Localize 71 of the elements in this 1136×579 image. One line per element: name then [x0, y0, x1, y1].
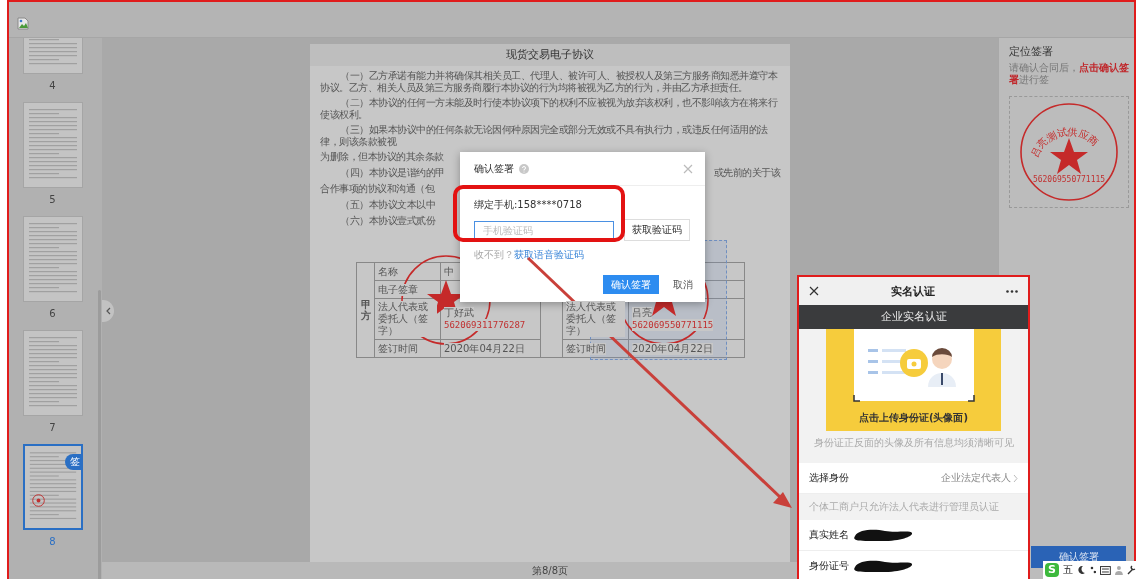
signature-badge: 签 [64, 454, 83, 470]
text-line: （四）本协议是谐约的甲 [340, 167, 445, 179]
seal-number: 562069550771115 [1032, 175, 1106, 184]
keyboard-icon[interactable] [1100, 565, 1112, 575]
seal-name: 吕亮测试供应商 [1028, 126, 1101, 159]
paragraph: （一）乙方承诺有能力并将确保其相关员工、代理人、被许可人、被授权人及第三方服务商知悉并遵守本协议。乙方、相关人员及第三方服务商履行本协议的行为均将被视为乙方的行为，并由乙方承担责任。 [320, 70, 779, 94]
more-button[interactable] [1006, 289, 1018, 293]
document-title: 现货交易电子协议 [310, 44, 790, 66]
panel-title: 定位签署 [1009, 44, 1054, 60]
upload-card[interactable]: 点击上传身份证(头像面) [826, 329, 1001, 431]
paragraph: （二）本协议的任何一方未能及时行使本协议项下的权利不应被视为放弃该权利，也不影响该方在将来行使该权利。 [320, 97, 779, 121]
fallback-text: 收不到？ [474, 249, 514, 260]
cell-text: 中 [444, 265, 454, 278]
page-thumbnail[interactable]: 签 [22, 444, 83, 530]
code-input-field[interactable]: 手机验证码 [474, 221, 614, 239]
cell-text: 甲方 [360, 299, 371, 321]
cell-text: 名称 [378, 265, 398, 278]
cell-text: 2020年04月22日 [632, 342, 713, 355]
page-number: 6 [49, 308, 56, 320]
section-banner: 企业实名认证 [799, 305, 1028, 329]
page-thumbnail[interactable] [22, 102, 83, 188]
text-line: 为删除，但本协议的其余条款 [320, 151, 444, 163]
text-line: （五）本协议文本以中 [340, 199, 435, 211]
identity-select[interactable]: 选择身份 企业法定代表人 [799, 463, 1028, 494]
redaction-mark [853, 528, 913, 542]
moon-icon[interactable] [1076, 565, 1086, 575]
seal-number: 562069311776287 [444, 319, 526, 331]
field-value: 企业法定代表人 [941, 471, 1011, 485]
redaction-mark [853, 559, 913, 573]
screen-title: 实名认证 [890, 283, 935, 299]
close-button[interactable] [809, 286, 819, 296]
cell-text: 丁好武 [444, 307, 474, 319]
text-line: 合作事项的协议和沟通（包 [320, 183, 434, 195]
page-number: 4 [49, 80, 56, 92]
page-number: 7 [49, 422, 56, 434]
cell-text: 吕亮 [632, 307, 652, 319]
upload-label: 点击上传身份证(头像面) [858, 411, 969, 425]
text-line: （六）本协议壹式贰份 [340, 215, 435, 227]
page-number: 5 [49, 194, 56, 206]
cell-text: 签订时间 [566, 342, 606, 355]
cell-text: 法人代表或委托人（签字） [378, 301, 437, 337]
cell-text: 2020年04月22日 [444, 342, 525, 355]
paragraph: （三）如果本协议中的任何条款无论因何种原因完全或部分无效或不具有执行力，或违反任何适用的法律，则该条款被视 [320, 124, 769, 148]
voice-code-link[interactable]: 获取语音验证码 [514, 249, 584, 260]
chevron-left-icon [105, 307, 111, 315]
get-code-button[interactable]: 获取验证码 [624, 219, 690, 241]
help-icon[interactable] [519, 163, 529, 174]
broken-image-icon [17, 17, 29, 30]
field-label: 身份证号 [809, 559, 849, 573]
text-line: 或先前的关于该 [713, 167, 780, 179]
page-number: 8 [49, 536, 56, 548]
seal-number: 562069550771115 [632, 319, 714, 331]
wrench-icon[interactable] [1127, 565, 1136, 575]
bound-phone-text: 绑定手机:158****0718 [474, 198, 583, 212]
dialog-title: 确认签署 [474, 161, 514, 176]
punctuation-icon[interactable] [1089, 565, 1097, 575]
page-thumbnail[interactable] [22, 330, 83, 416]
cancel-button[interactable]: 取消 [673, 277, 693, 292]
chevron-right-icon [1013, 473, 1018, 483]
close-icon [809, 286, 819, 296]
more-icon [1006, 289, 1018, 293]
upload-hint: 身份证正反面的头像及所有信息均须清晰可见 [812, 436, 1015, 450]
cell-text: 签订时间 [378, 342, 418, 355]
field-label: 选择身份 [809, 471, 849, 485]
field-label: 真实姓名 [809, 528, 849, 542]
close-icon [683, 163, 693, 174]
collapse-button[interactable] [102, 300, 114, 322]
stamp-mark [31, 494, 45, 507]
cell-text: 法人代表或委托人（签字） [566, 301, 625, 337]
page-thumbnail[interactable] [22, 216, 83, 302]
cell-text: 电子签章 [378, 283, 418, 296]
